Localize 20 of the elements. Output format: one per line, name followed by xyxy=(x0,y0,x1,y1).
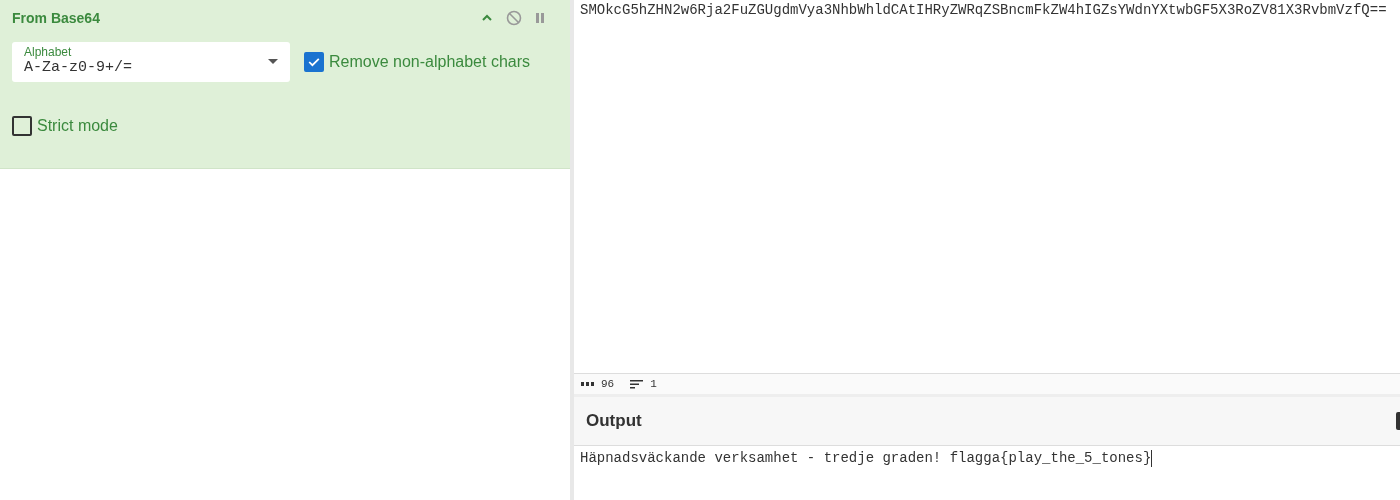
field-label: Alphabet xyxy=(24,45,73,59)
caret-icon xyxy=(268,59,278,64)
checkbox-label: Strict mode xyxy=(37,117,118,135)
text-cursor xyxy=(1151,450,1153,467)
operation-title: From Base64 xyxy=(12,10,100,26)
field-value: A-Za-z0-9+/= xyxy=(24,59,133,76)
line-count-icon xyxy=(630,379,644,389)
character-count-icon xyxy=(581,381,594,387)
disable-icon[interactable] xyxy=(506,10,522,26)
alphabet-dropdown[interactable]: Alphabet A-Za-z0-9+/= xyxy=(12,42,290,82)
output-title: Output xyxy=(586,411,642,431)
checkbox-label: Remove non-alphabet chars xyxy=(329,53,530,71)
pause-icon[interactable] xyxy=(534,11,546,25)
checkbox[interactable] xyxy=(12,116,32,136)
input-text: SMOkcG5hZHN2w6Rja2FuZGUgdmVya3NhbWhldCAtIHRyZWRqZSBncmFkZW4hIGZsYWdnYXtwbGF5X3RoZV81X3RvbmVzfQ== xyxy=(580,2,1388,18)
output-text: Häpnadsväckande verksamhet - tredje graden! flagga{play_the_5_tones} xyxy=(580,450,1154,467)
character-count: 96 xyxy=(601,378,615,390)
line-count: 1 xyxy=(650,378,657,390)
panel-edge-icon xyxy=(1396,412,1400,430)
checkbox[interactable] xyxy=(304,52,324,72)
